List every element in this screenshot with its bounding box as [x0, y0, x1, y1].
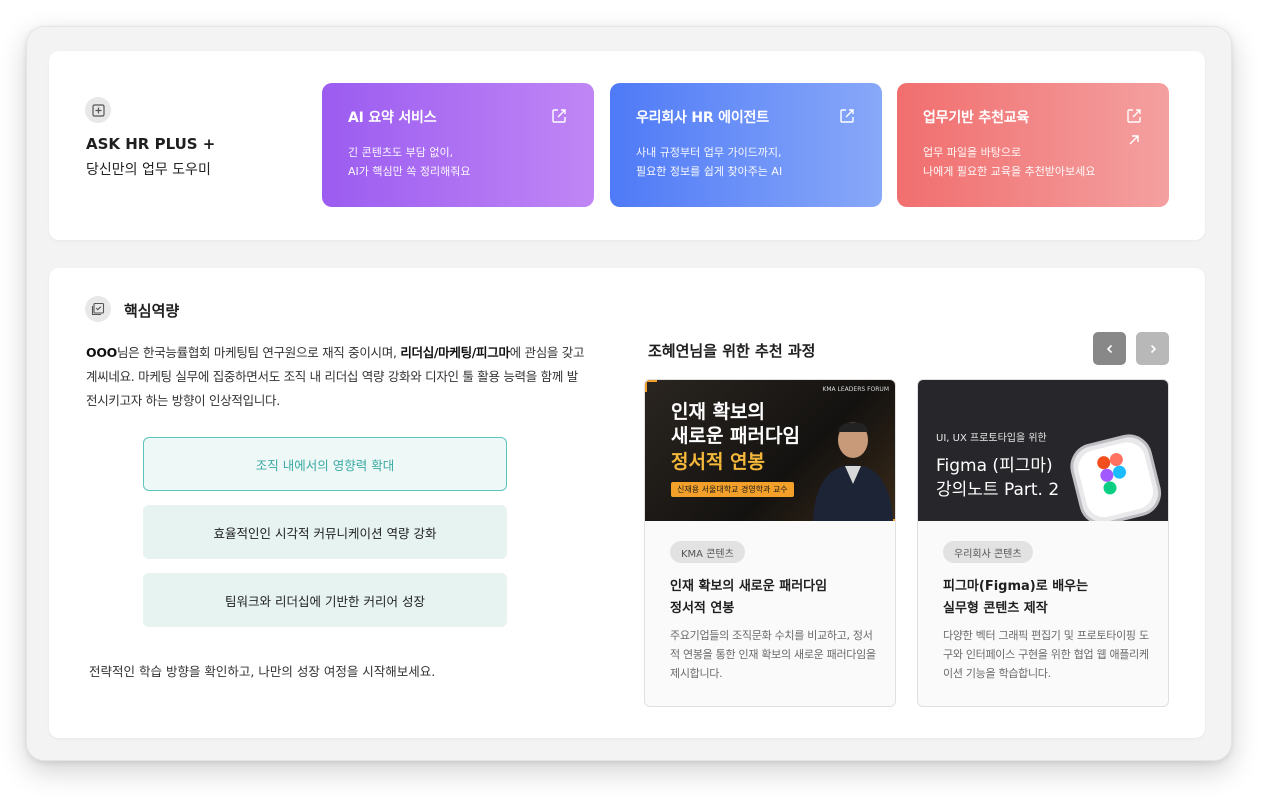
recommend-title: 조혜연님을 위한 추천 과정 [648, 342, 816, 360]
plus-square-icon [85, 97, 111, 123]
intro-part1: 님은 한국능률협회 마케팅팀 연구원으로 재직 중이시며, [116, 345, 401, 360]
course-title-line: 인재 확보의 새로운 패러다임 [670, 579, 828, 594]
hr-title: ASK HR PLUS + [86, 135, 216, 153]
course-thumbnail: KMA LEADERS FORUM 인재 확보의 새로운 패러다임 정서적 연봉… [645, 380, 895, 521]
checklist-icon [85, 296, 111, 322]
chevron-right-icon [1150, 344, 1156, 353]
carousel-prev-button[interactable] [1093, 332, 1126, 365]
intro-text: OOO님은 한국능률협회 마케팅팀 연구원으로 재직 중이시며, 리더십/마케팅… [86, 341, 586, 413]
outro-text: 전략적인 학습 방향을 확인하고, 나만의 성장 여정을 시작해보세요. [89, 664, 436, 679]
forum-label: KMA LEADERS FORUM [822, 386, 889, 393]
content-badge: 우리회사 콘텐츠 [943, 541, 1033, 563]
figma-logo-icon [1070, 434, 1162, 521]
course-title-line: 정서적 연봉 [670, 601, 735, 616]
competency-panel: 핵심역량 OOO님은 한국능률협회 마케팅팀 연구원으로 재직 중이시며, 리더… [49, 268, 1205, 738]
course-desc: 주요기업들의 조직문화 수치를 비교하고, 정서적 연봉을 통한 인재 확보의 … [670, 629, 876, 680]
user-name: OOO [86, 345, 117, 360]
competency-item-career-growth[interactable]: 팀워크와 리더십에 기반한 커리어 성장 [143, 573, 507, 627]
competency-item-influence[interactable]: 조직 내에서의 영향력 확대 [143, 437, 507, 491]
service-title: 업무기반 추천교육 [923, 110, 1030, 126]
thumb-subtitle: UI, UX 프로토타입을 위한 [936, 433, 1047, 444]
thumb-headline-1: 인재 확보의 [671, 401, 766, 423]
interest-keywords: 리더십/마케팅/피그마 [400, 345, 510, 360]
service-title: 우리회사 HR 에이전트 [636, 110, 769, 126]
thumb-headline-3: 정서적 연봉 [671, 451, 766, 473]
ai-summary-card[interactable]: AI 요약 서비스 긴 콘텐츠도 부담 없이, AI가 핵심만 쏙 정리해줘요 [322, 83, 594, 207]
hr-subtitle: 당신만의 업무 도우미 [86, 162, 211, 178]
course-card[interactable]: UI, UX 프로토타입을 위한 Figma (피그마) 강의노트 Part. … [917, 379, 1169, 707]
service-title: AI 요약 서비스 [348, 110, 437, 126]
competency-item-visual-communication[interactable]: 효율적인인 시각적 커뮤니케이션 역량 강화 [143, 505, 507, 559]
thumb-headline-2: 새로운 패러다임 [671, 425, 800, 447]
section-title: 핵심역량 [124, 302, 180, 320]
service-desc: 사내 규정부터 업무 가이드까지, 필요한 정보를 쉽게 찾아주는 AI [636, 146, 783, 178]
course-title: 피그마(Figma)로 배우는 실무형 콘텐츠 제작 [943, 576, 1088, 620]
external-link-icon[interactable] [1125, 107, 1143, 125]
thumb-headline-1: Figma (피그마) [936, 456, 1053, 476]
course-desc: 다양한 벡터 그래픽 편집기 및 프로토타이핑 도구와 인터페이스 구현을 위한… [943, 629, 1149, 680]
course-title: 인재 확보의 새로운 패러다임 정서적 연봉 [670, 576, 827, 620]
recommend-education-card[interactable]: 업무기반 추천교육 업무 파일을 바탕으로 나에게 필요한 교육을 추천받아보세… [897, 83, 1169, 207]
arrow-up-right-icon [1129, 135, 1139, 145]
course-title-line: 피그마(Figma)로 배우는 [943, 579, 1089, 594]
content-badge: KMA 콘텐츠 [670, 541, 745, 563]
course-thumbnail: UI, UX 프로토타입을 위한 Figma (피그마) 강의노트 Part. … [918, 380, 1168, 521]
lecturer-caption: 신재용 서울대학교 경영학과 교수 [671, 482, 794, 497]
course-card[interactable]: KMA LEADERS FORUM 인재 확보의 새로운 패러다임 정서적 연봉… [644, 379, 896, 707]
app-frame: ASK HR PLUS + 당신만의 업무 도우미 AI 요약 서비스 긴 콘텐… [26, 26, 1232, 761]
chevron-left-icon [1106, 344, 1112, 353]
external-link-icon[interactable] [550, 107, 568, 125]
external-link-icon[interactable] [838, 107, 856, 125]
thumb-headline-2: 강의노트 Part. 2 [936, 480, 1060, 500]
service-desc: 긴 콘텐츠도 부담 없이, AI가 핵심만 쏙 정리해줘요 [348, 146, 471, 178]
service-desc: 업무 파일을 바탕으로 나에게 필요한 교육을 추천받아보세요 [923, 146, 1096, 178]
hr-services-panel: ASK HR PLUS + 당신만의 업무 도우미 AI 요약 서비스 긴 콘텐… [49, 51, 1205, 240]
hr-agent-card[interactable]: 우리회사 HR 에이전트 사내 규정부터 업무 가이드까지, 필요한 정보를 쉽… [610, 83, 882, 207]
carousel-next-button[interactable] [1136, 332, 1169, 365]
course-title-line: 실무형 콘텐츠 제작 [943, 601, 1048, 616]
